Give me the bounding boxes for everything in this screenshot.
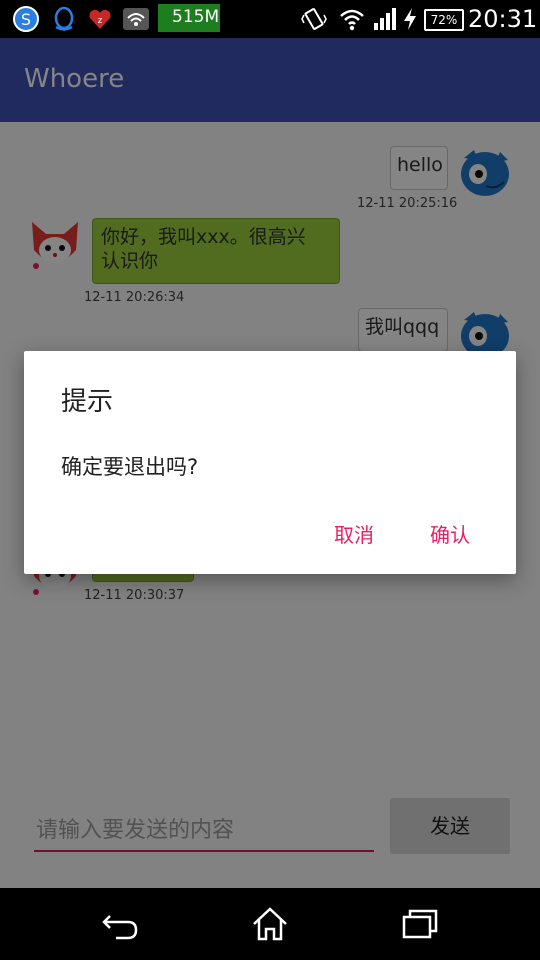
- battery-icon: 72%: [424, 9, 464, 31]
- svg-text:S: S: [21, 10, 31, 29]
- signal-icon: [374, 8, 396, 30]
- heart-icon: z: [89, 9, 111, 29]
- cancel-button[interactable]: 取消: [334, 519, 374, 548]
- recents-icon[interactable]: [400, 904, 440, 944]
- wifi-icon: [340, 9, 364, 31]
- navigation-bar: [0, 888, 540, 960]
- wifi-settings-icon: [123, 8, 149, 30]
- confirm-button[interactable]: 确认: [430, 519, 470, 548]
- charging-icon: [404, 8, 416, 30]
- back-icon[interactable]: [100, 904, 140, 944]
- home-icon[interactable]: [250, 904, 290, 944]
- status-bar: S z 515M 72% 20:31: [0, 0, 540, 38]
- dialog-message: 确定要退出吗?: [61, 455, 199, 479]
- sogou-icon: S: [13, 6, 39, 32]
- qq-icon: [54, 6, 74, 31]
- dialog-title: 提示: [61, 387, 114, 417]
- vibrate-icon: [301, 8, 327, 30]
- memory-text: 515M: [172, 7, 220, 27]
- clock: 20:31: [468, 5, 538, 33]
- exit-dialog: 提示 确定要退出吗? 取消 确认: [24, 351, 516, 574]
- svg-text:z: z: [98, 16, 103, 26]
